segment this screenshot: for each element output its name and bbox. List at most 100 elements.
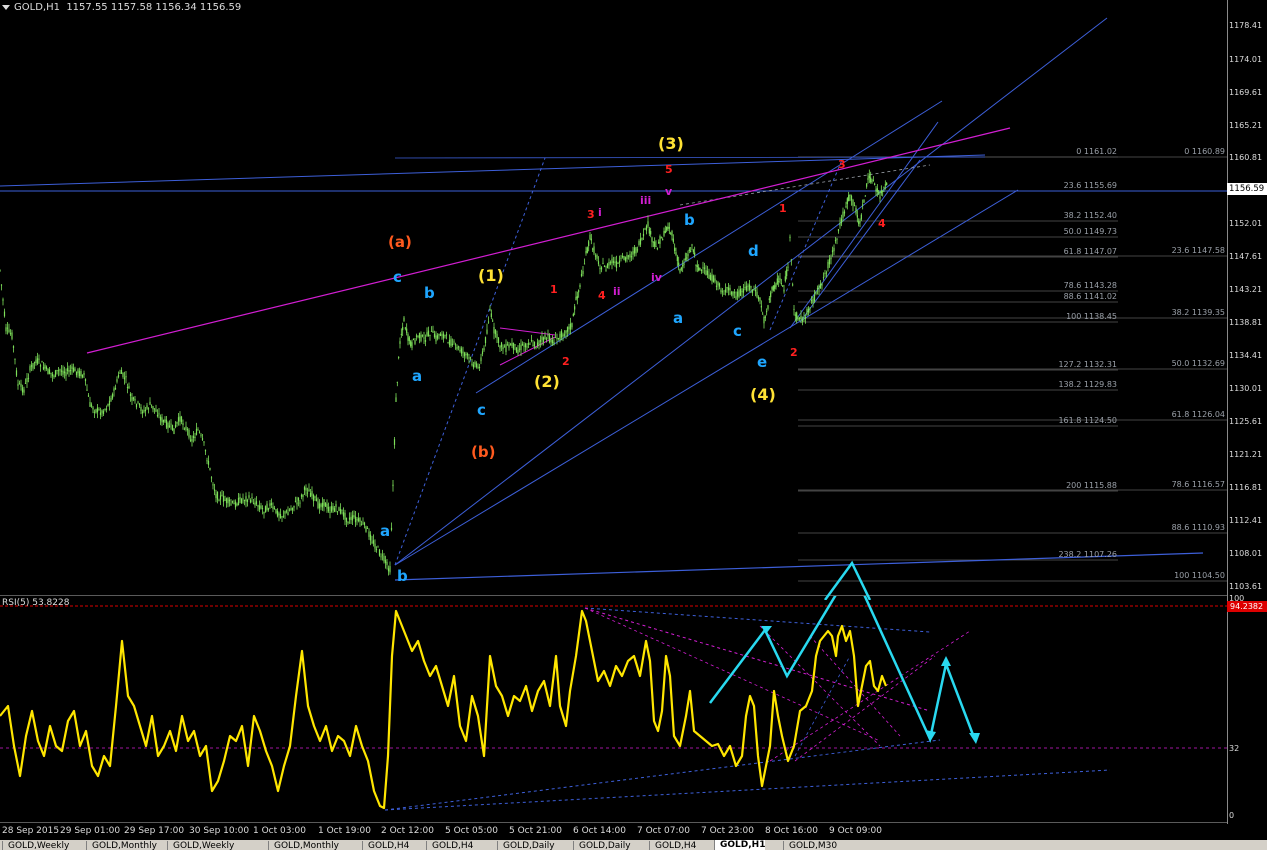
candle-body (162, 420, 165, 423)
candle-body (11, 332, 13, 339)
candle-body (329, 511, 331, 513)
chart-tab[interactable]: GOLD,Weekly (2, 841, 69, 850)
fib-level-label: 78.6 1116.57 (1171, 480, 1225, 489)
candle-body (624, 257, 627, 261)
candle-body (239, 496, 241, 500)
chart-tab[interactable]: GOLD,H4 (362, 841, 409, 850)
candle-body (727, 287, 730, 291)
candle-body (806, 308, 808, 315)
candle-body (512, 342, 515, 350)
candle-body (159, 416, 162, 421)
chart-tab[interactable]: GOLD,M30 (783, 841, 837, 850)
candle-body (269, 503, 271, 506)
candle-body (884, 184, 886, 186)
candle-body (609, 262, 612, 264)
candle-body (14, 358, 16, 360)
candle-body (497, 337, 500, 344)
candle-body (655, 246, 657, 248)
candle-body (287, 512, 289, 516)
chart-tab[interactable]: GOLD,Weekly (167, 841, 234, 850)
candle-body (347, 522, 349, 524)
candle-body (611, 258, 613, 264)
candle-body (541, 336, 543, 340)
candle-body (588, 241, 590, 246)
candle-body (186, 428, 189, 431)
candle-body (93, 411, 96, 413)
candle-body (641, 237, 643, 240)
chart-tab[interactable]: GOLD,Monthly (86, 841, 157, 850)
candle-body (92, 407, 94, 410)
price-tick: 1143.21 (1229, 285, 1263, 294)
candle-body (733, 292, 736, 294)
chart-tab[interactable]: GOLD,H4 (649, 841, 696, 850)
candle-body (105, 408, 108, 410)
candle-body (39, 365, 42, 367)
wave-4-paren: (4) (750, 385, 776, 404)
candle-body (68, 370, 70, 373)
candle-body (676, 256, 678, 261)
candle-body (659, 236, 661, 244)
candle-body (824, 272, 826, 274)
price-tick: 1174.01 (1229, 55, 1263, 64)
candle-body (863, 199, 865, 203)
candle-body (666, 226, 668, 231)
candle-body (165, 419, 168, 428)
candle-body (200, 434, 202, 436)
candle-body (333, 508, 336, 512)
candle-body (636, 249, 639, 251)
candle-body (712, 275, 715, 283)
candle-body (56, 369, 58, 371)
candle-body (717, 281, 719, 286)
candle-body (687, 253, 689, 257)
chart-tab[interactable]: GOLD,H1 (714, 840, 766, 850)
candle-body (275, 509, 277, 513)
candle-body (234, 501, 237, 508)
candle-body (393, 439, 396, 445)
candle-body (302, 494, 304, 498)
candle-body (459, 350, 461, 352)
wave-1-paren: (1) (478, 266, 504, 285)
candle-body (505, 344, 507, 352)
candle-body (249, 500, 252, 503)
candle-body (553, 341, 555, 345)
symbol-label: GOLD,H1 (14, 2, 60, 13)
candle-body (830, 257, 832, 260)
candle-body (418, 332, 421, 338)
candle-body (825, 272, 828, 274)
fib-level-label: 23.6 1155.69 (1063, 181, 1117, 190)
candle-body (110, 398, 112, 402)
candle-body (466, 353, 469, 356)
candle-body (850, 195, 853, 201)
candle-body (54, 370, 57, 377)
candle-body (194, 436, 196, 438)
candle-body (511, 342, 513, 347)
candle-body (789, 236, 791, 239)
chart-tab[interactable]: GOLD,Daily (573, 841, 631, 850)
candle-body (32, 363, 34, 369)
ohlc-values: 1157.55 1157.58 1156.34 1156.59 (66, 2, 242, 13)
candle-body (66, 368, 69, 372)
chart-tab[interactable]: GOLD,H4 (426, 841, 473, 850)
candle-body (840, 218, 843, 224)
candle-body (603, 265, 606, 268)
candle-body (305, 487, 307, 491)
candle-body (96, 407, 99, 413)
candle-body (149, 401, 151, 405)
chart-tab[interactable]: GOLD,Daily (497, 841, 555, 850)
candle-body (506, 344, 509, 346)
candle-body (95, 409, 97, 413)
dropdown-triangle-icon[interactable] (2, 4, 10, 10)
rsi-indicator-panel[interactable] (0, 596, 1267, 824)
chart-tab-bar[interactable]: GOLD,Weekly GOLD,Monthly GOLD,Weekly GOLD,M… (0, 840, 1267, 850)
candle-body (566, 327, 569, 332)
candle-body (644, 228, 646, 230)
candle-body (775, 283, 777, 287)
chart-tab[interactable]: GOLD,Monthly (268, 841, 339, 850)
candle-body (36, 358, 39, 364)
wave-c-blue-2: c (477, 401, 486, 419)
candle-body (369, 534, 372, 541)
candle-body (323, 499, 325, 506)
projection-arrow-top (823, 560, 872, 600)
candle-body (818, 285, 820, 290)
candle-body (315, 498, 318, 502)
